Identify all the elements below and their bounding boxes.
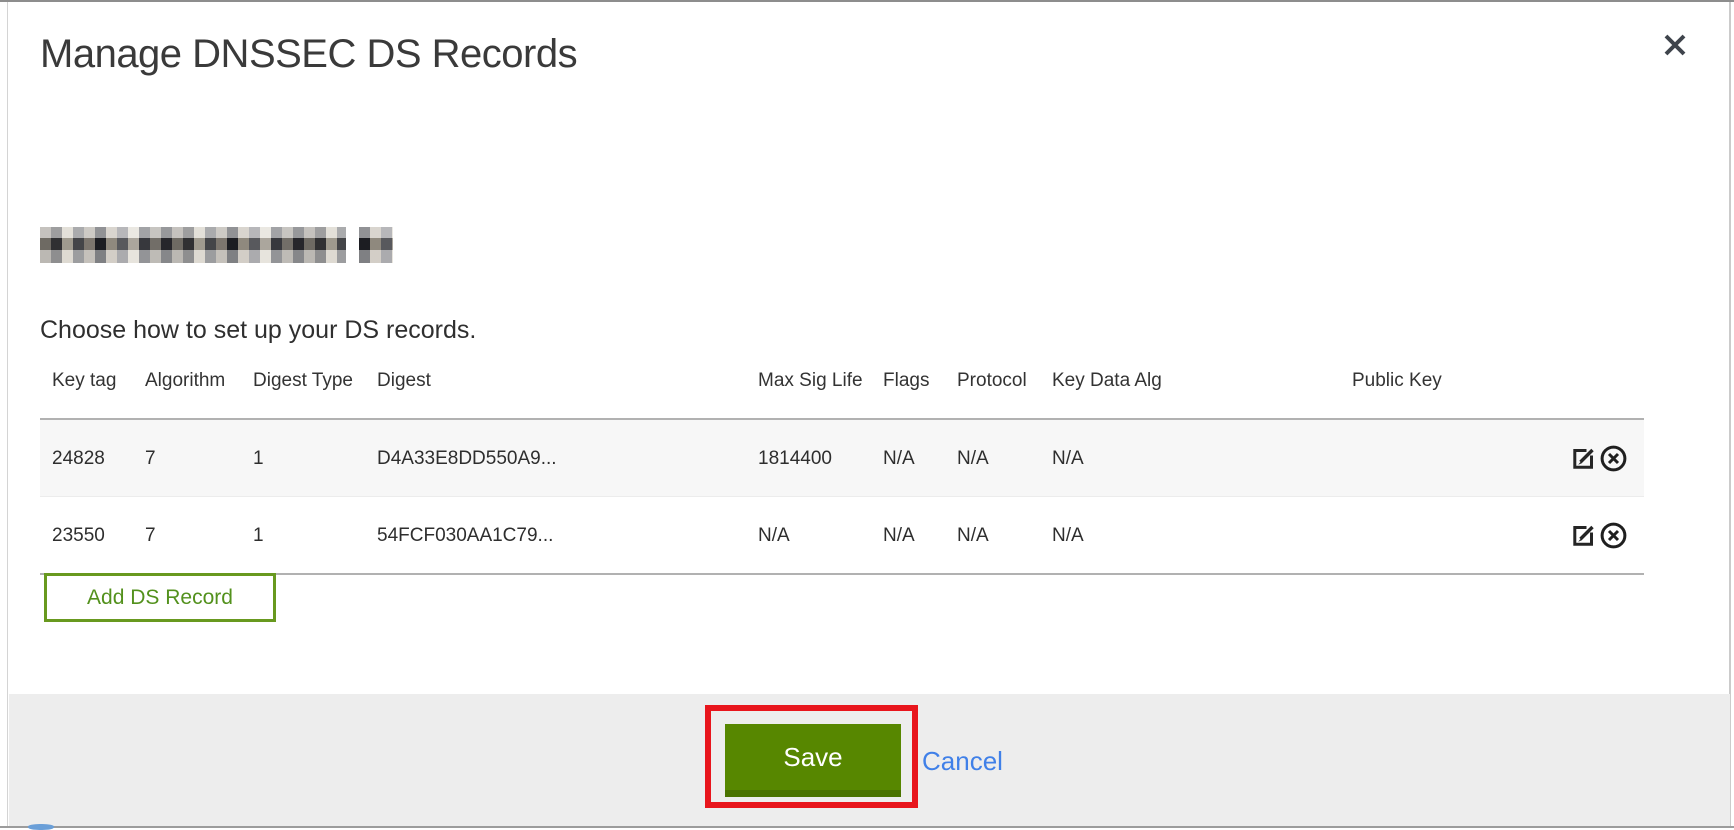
column-header-algorithm: Algorithm: [133, 360, 241, 419]
dnssec-modal: Manage DNSSEC DS Records Choose how to s…: [0, 0, 1734, 830]
background-page-artifact: [28, 824, 54, 830]
cell-digest: D4A33E8DD550A9...: [365, 419, 746, 497]
cell-actions: [1504, 419, 1644, 497]
cell-flags: N/A: [871, 497, 945, 575]
cell-algorithm: 7: [133, 419, 241, 497]
cell-max-sig-life: 1814400: [746, 419, 871, 497]
table-row: 23550 7 1 54FCF030AA1C79... N/A N/A N/A …: [40, 497, 1644, 575]
delete-icon: [1599, 521, 1628, 550]
delete-record-button[interactable]: [1599, 444, 1628, 473]
delete-icon: [1599, 444, 1628, 473]
edit-icon: [1570, 445, 1597, 472]
modal-bottom-border: [0, 826, 1734, 828]
cell-key-data-alg: N/A: [1040, 497, 1340, 575]
column-header-key-data-alg: Key Data Alg: [1040, 360, 1340, 419]
redacted-domain-text: [40, 227, 393, 263]
cell-key-tag: 23550: [40, 497, 133, 575]
cell-digest-type: 1: [241, 419, 365, 497]
page-title: Manage DNSSEC DS Records: [40, 32, 577, 77]
column-header-digest: Digest: [365, 360, 746, 419]
cell-public-key: [1340, 419, 1504, 497]
table-row: 24828 7 1 D4A33E8DD550A9... 1814400 N/A …: [40, 419, 1644, 497]
column-header-flags: Flags: [871, 360, 945, 419]
edit-record-button[interactable]: [1570, 445, 1597, 472]
instruction-text: Choose how to set up your DS records.: [40, 316, 476, 345]
cell-flags: N/A: [871, 419, 945, 497]
cell-protocol: N/A: [945, 419, 1040, 497]
column-header-digest-type: Digest Type: [241, 360, 365, 419]
close-icon: [1662, 32, 1688, 58]
add-ds-record-button[interactable]: Add DS Record: [44, 573, 276, 622]
column-header-public-key: Public Key: [1340, 360, 1504, 419]
ds-records-table: Key tag Algorithm Digest Type Digest Max…: [40, 360, 1644, 575]
column-header-actions: [1504, 360, 1644, 419]
modal-footer: Save Cancel: [9, 694, 1730, 826]
close-button[interactable]: [1658, 28, 1692, 62]
cell-protocol: N/A: [945, 497, 1040, 575]
cancel-link[interactable]: Cancel: [922, 746, 1003, 777]
cell-digest: 54FCF030AA1C79...: [365, 497, 746, 575]
cell-public-key: [1340, 497, 1504, 575]
modal-left-border: [7, 2, 8, 826]
cell-digest-type: 1: [241, 497, 365, 575]
cell-algorithm: 7: [133, 497, 241, 575]
save-button[interactable]: Save: [725, 724, 901, 797]
column-header-protocol: Protocol: [945, 360, 1040, 419]
column-header-max-sig-life: Max Sig Life: [746, 360, 871, 419]
edit-icon: [1570, 522, 1597, 549]
delete-record-button[interactable]: [1599, 521, 1628, 550]
column-header-key-tag: Key tag: [40, 360, 133, 419]
cell-actions: [1504, 497, 1644, 575]
cell-key-tag: 24828: [40, 419, 133, 497]
cell-max-sig-life: N/A: [746, 497, 871, 575]
modal-top-border: [0, 0, 1734, 2]
edit-record-button[interactable]: [1570, 522, 1597, 549]
cell-key-data-alg: N/A: [1040, 419, 1340, 497]
table-header-row: Key tag Algorithm Digest Type Digest Max…: [40, 360, 1644, 419]
